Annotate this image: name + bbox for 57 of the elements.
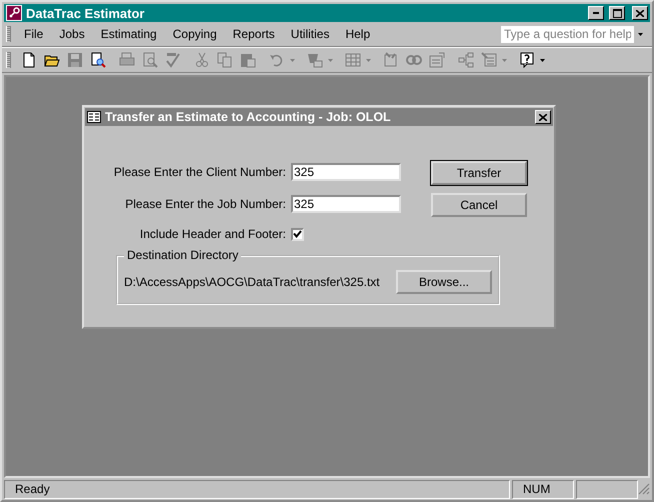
menu-item[interactable]: Utilities [284,25,336,43]
status-panel [576,480,638,498]
grip-handle[interactable] [6,26,11,42]
input-field[interactable]: 325 [291,163,401,181]
relationships-icon [458,52,474,68]
window-title: DataTrac Estimator [26,6,146,20]
grip-handle[interactable] [6,52,11,68]
form-icon [87,111,101,123]
caret-icon [366,58,371,62]
menu-item[interactable]: Jobs [52,25,92,43]
close-icon [539,114,547,120]
search-icon [90,52,106,68]
close-button[interactable] [632,6,648,20]
checkbox-label: Include Header and Footer: [138,227,286,241]
caret-icon [502,58,507,62]
group-title: Destination Directory [124,248,242,262]
key-app-icon [6,5,22,21]
menu-item[interactable]: Estimating [94,25,164,43]
menu-item[interactable]: File [17,25,50,43]
maximize-icon [612,8,622,18]
menu-item[interactable]: Help [338,25,378,43]
size-grip-icon [638,483,650,495]
new-object-icon [480,52,496,68]
caret-icon [638,32,643,36]
transfer-button[interactable]: Transfer [431,161,527,185]
maximize-button[interactable] [609,6,625,20]
spelling-check-icon [164,52,180,68]
copy-icon [216,52,232,68]
rings-icon [406,52,422,68]
undo-icon [268,52,284,68]
clipboard-icon [240,52,256,68]
num-lock-indicator: NUM [523,482,550,496]
input-field[interactable]: 325 [291,195,401,213]
browse-button[interactable]: Browse... [396,270,492,294]
menu-item[interactable]: Copying [166,25,224,43]
new-document-icon [20,52,36,68]
close-icon [636,10,644,16]
cancel-button[interactable]: Cancel [431,193,527,217]
close-button[interactable] [535,110,551,124]
file-path: D:\AccessApps\AOCG\DataTrac\transfer\325.txt [124,275,381,289]
minimize-icon [593,12,599,14]
field-label: Please Enter the Client Number: [112,165,286,179]
field-label: Please Enter the Job Number: [124,197,286,211]
properties-icon [428,52,444,68]
minimize-button[interactable] [588,6,604,20]
caret-icon [540,58,545,62]
print-preview-icon [142,52,158,68]
dialog-title: Transfer an Estimate to Accounting - Job: OLOL [105,110,392,124]
checkbox[interactable] [291,228,304,240]
printer-icon [118,52,134,68]
caret-icon [290,58,295,62]
caret-icon [328,58,333,62]
menu-item[interactable]: Reports [226,25,282,43]
table-icon [344,52,360,68]
status-text: Ready [15,482,50,496]
scissors-icon [194,52,210,68]
help-icon [518,52,534,68]
